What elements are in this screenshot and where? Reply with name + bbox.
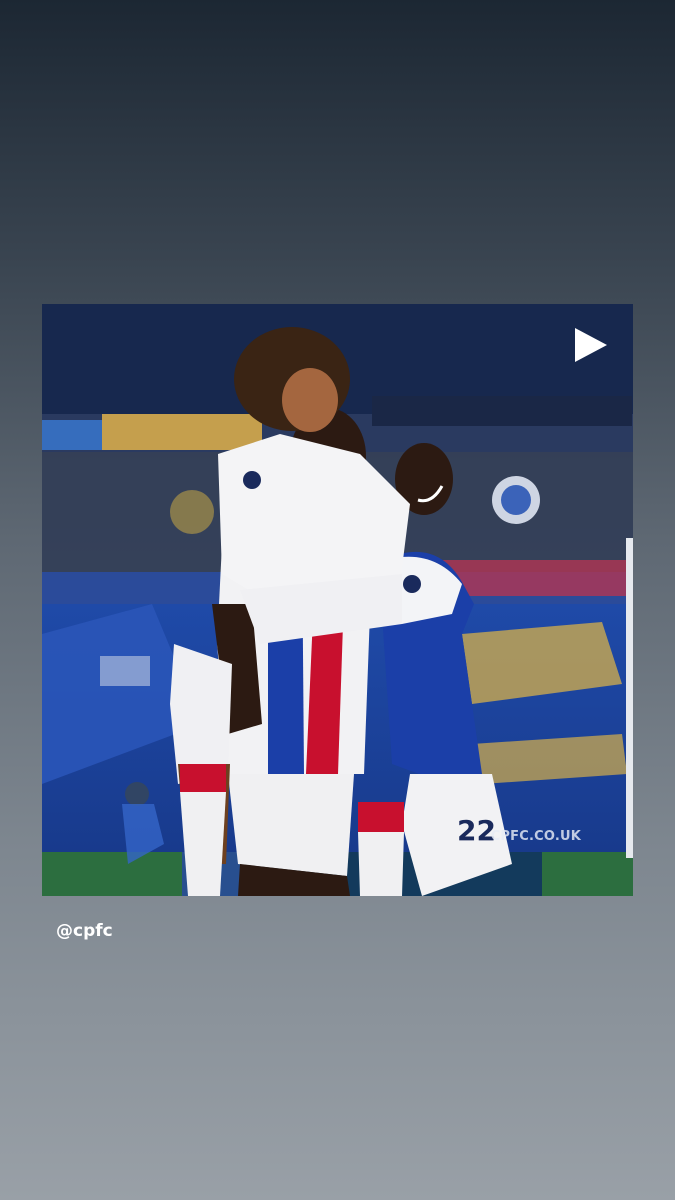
shared-post-card[interactable]: 22 CPFC.CO.UK (42, 304, 633, 896)
mention-sticker[interactable]: @cpfc (56, 921, 113, 941)
photo-watermark: CPFC.CO.UK (490, 829, 581, 844)
story-viewer: 22 CPFC.CO.UK @cpfc (0, 0, 675, 1200)
play-icon[interactable] (573, 326, 609, 364)
post-photo: 22 (42, 304, 633, 896)
